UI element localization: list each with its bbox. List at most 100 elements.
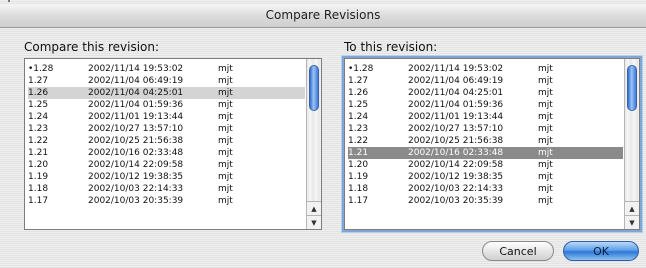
- revision-row[interactable]: 1.22 2002/10/25 21:56:38 mjt: [348, 135, 623, 147]
- revision-row[interactable]: 1.25 2002/11/04 01:59:36 mjt: [28, 99, 305, 111]
- revision-row[interactable]: 1.20 2002/10/14 22:09:58 mjt: [348, 159, 623, 171]
- revision-row[interactable]: 1.23 2002/10/27 13:57:10 mjt: [348, 123, 623, 135]
- revision-author: mjt: [218, 112, 233, 122]
- revision-number: 1.19: [348, 172, 369, 182]
- window-title: Compare Revisions: [265, 8, 381, 22]
- revision-row[interactable]: 1.17 2002/10/03 20:35:39 mjt: [28, 195, 305, 207]
- revision-number: •1.28: [28, 64, 54, 74]
- revision-date: 2002/10/14 22:09:58: [88, 160, 184, 170]
- revision-number: 1.17: [28, 196, 49, 206]
- revision-row[interactable]: 1.27 2002/11/04 06:49:19 mjt: [28, 75, 305, 87]
- up-arrow-icon[interactable]: ▲: [307, 201, 321, 215]
- revision-row[interactable]: 1.25 2002/11/04 01:59:36 mjt: [348, 99, 623, 111]
- revision-date: 2002/10/25 21:56:38: [88, 136, 184, 146]
- revision-author: mjt: [538, 184, 553, 194]
- revision-row[interactable]: •1.28 2002/11/14 19:53:02 mjt: [348, 63, 623, 75]
- revision-author: mjt: [218, 88, 233, 98]
- revision-number: 1.20: [348, 160, 369, 170]
- revision-number: 1.26: [28, 88, 49, 98]
- revision-number: 1.20: [28, 160, 49, 170]
- revision-author: mjt: [538, 112, 553, 122]
- right-revision-list[interactable]: •1.28 2002/11/14 19:53:02 mjt 1.27 2002/11/0…: [344, 58, 640, 230]
- revision-date: 2002/10/14 22:09:58: [408, 160, 504, 170]
- revision-row[interactable]: 1.18 2002/10/03 22:14:33 mjt: [28, 183, 305, 195]
- left-rows: •1.28 2002/11/14 19:53:02 mjt 1.27 2002/11/0…: [28, 63, 305, 207]
- revision-author: mjt: [538, 64, 553, 74]
- right-scrollbar[interactable]: ▲ ▼: [624, 59, 639, 229]
- revision-author: mjt: [218, 160, 233, 170]
- revision-number: 1.22: [28, 136, 49, 146]
- revision-number: 1.17: [348, 196, 369, 206]
- revision-row[interactable]: 1.19 2002/10/12 19:38:35 mjt: [348, 171, 623, 183]
- revision-row[interactable]: 1.24 2002/11/01 19:13:44 mjt: [348, 111, 623, 123]
- revision-author: mjt: [218, 76, 233, 86]
- revision-number: 1.24: [28, 112, 49, 122]
- revision-date: 2002/10/03 20:35:39: [88, 196, 184, 206]
- right-scroll-thumb[interactable]: [627, 65, 637, 111]
- revision-number: 1.22: [348, 136, 369, 146]
- title-bar[interactable]: Compare Revisions: [0, 4, 646, 28]
- revision-row[interactable]: 1.19 2002/10/12 19:38:35 mjt: [28, 171, 305, 183]
- revision-date: 2002/11/04 04:25:01: [88, 88, 184, 98]
- revision-author: mjt: [218, 196, 233, 206]
- revision-number: 1.23: [348, 124, 369, 134]
- revision-author: mjt: [218, 136, 233, 146]
- revision-date: 2002/10/27 13:57:10: [408, 124, 504, 134]
- revision-number: 1.24: [348, 112, 369, 122]
- revision-number: 1.23: [28, 124, 49, 134]
- revision-date: 2002/10/03 20:35:39: [408, 196, 504, 206]
- revision-row[interactable]: •1.28 2002/11/14 19:53:02 mjt: [28, 63, 305, 75]
- revision-number: 1.21: [348, 148, 369, 158]
- revision-date: 2002/10/12 19:38:35: [88, 172, 184, 182]
- revision-date: 2002/11/04 06:49:19: [408, 76, 504, 86]
- down-arrow-icon[interactable]: ▼: [625, 215, 639, 229]
- down-arrow-icon[interactable]: ▼: [307, 215, 321, 229]
- revision-date: 2002/11/04 01:59:36: [88, 100, 184, 110]
- right-panel-label: To this revision:: [344, 40, 438, 54]
- revision-row[interactable]: 1.26 2002/11/04 04:25:01 mjt: [28, 87, 305, 99]
- revision-date: 2002/10/25 21:56:38: [408, 136, 504, 146]
- revision-author: mjt: [538, 136, 553, 146]
- revision-row[interactable]: 1.18 2002/10/03 22:14:33 mjt: [348, 183, 623, 195]
- cancel-button[interactable]: Cancel: [482, 241, 554, 261]
- revision-author: mjt: [218, 148, 233, 158]
- revision-row[interactable]: 1.21 2002/10/16 02:33:48 mjt: [28, 147, 305, 159]
- revision-date: 2002/11/01 19:13:44: [408, 112, 504, 122]
- compare-revisions-dialog: Compare Revisions Compare this revision:…: [0, 0, 646, 268]
- revision-number: 1.25: [348, 100, 369, 110]
- revision-author: mjt: [538, 100, 553, 110]
- left-scrollbar[interactable]: ▲ ▼: [306, 59, 321, 229]
- revision-row[interactable]: 1.26 2002/11/04 04:25:01 mjt: [348, 87, 623, 99]
- left-panel-label: Compare this revision:: [24, 40, 160, 54]
- revision-date: 2002/10/12 19:38:35: [408, 172, 504, 182]
- up-arrow-icon[interactable]: ▲: [625, 201, 639, 215]
- revision-row[interactable]: 1.20 2002/10/14 22:09:58 mjt: [28, 159, 305, 171]
- revision-number: 1.27: [348, 76, 369, 86]
- revision-row[interactable]: 1.23 2002/10/27 13:57:10 mjt: [28, 123, 305, 135]
- revision-number: 1.18: [348, 184, 369, 194]
- revision-author: mjt: [538, 160, 553, 170]
- revision-author: mjt: [538, 172, 553, 182]
- revision-row[interactable]: 1.17 2002/10/03 20:35:39 mjt: [348, 195, 623, 207]
- revision-date: 2002/10/27 13:57:10: [88, 124, 184, 134]
- revision-author: mjt: [218, 172, 233, 182]
- revision-author: mjt: [538, 196, 553, 206]
- revision-author: mjt: [218, 184, 233, 194]
- revision-row[interactable]: 1.21 2002/10/16 02:33:48 mjt: [348, 147, 623, 159]
- left-revision-list[interactable]: •1.28 2002/11/14 19:53:02 mjt 1.27 2002/11/0…: [24, 58, 322, 230]
- revision-row[interactable]: 1.24 2002/11/01 19:13:44 mjt: [28, 111, 305, 123]
- revision-number: 1.21: [28, 148, 49, 158]
- revision-number: 1.19: [28, 172, 49, 182]
- revision-date: 2002/10/16 02:33:48: [408, 148, 504, 158]
- left-scroll-thumb[interactable]: [309, 65, 319, 111]
- revision-number: 1.27: [28, 76, 49, 86]
- revision-number: 1.26: [348, 88, 369, 98]
- revision-row[interactable]: 1.27 2002/11/04 06:49:19 mjt: [348, 75, 623, 87]
- revision-date: 2002/11/04 01:59:36: [408, 100, 504, 110]
- revision-number: •1.28: [348, 64, 374, 74]
- revision-date: 2002/11/04 06:49:19: [88, 76, 184, 86]
- ok-button[interactable]: OK: [563, 241, 639, 261]
- revision-date: 2002/11/01 19:13:44: [88, 112, 184, 122]
- revision-author: mjt: [538, 88, 553, 98]
- revision-row[interactable]: 1.22 2002/10/25 21:56:38 mjt: [28, 135, 305, 147]
